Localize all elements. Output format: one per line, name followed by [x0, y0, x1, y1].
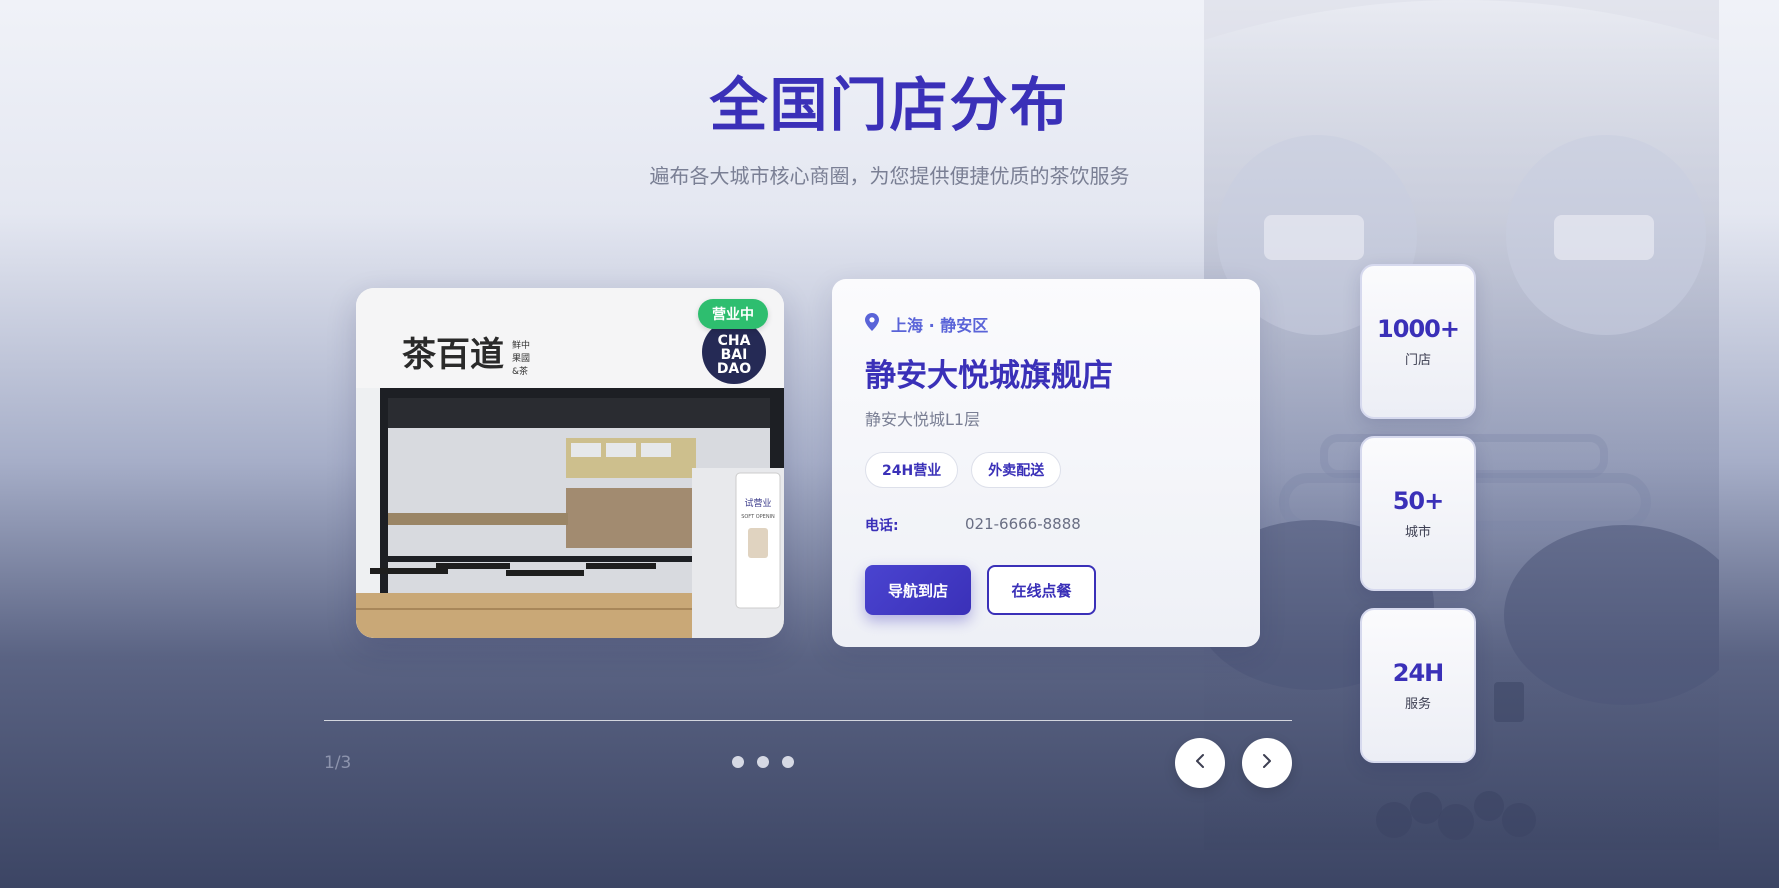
store-logo-text-3: DAO [717, 361, 751, 377]
carousel-dots [732, 756, 794, 768]
prev-button[interactable] [1175, 738, 1225, 788]
store-address: 静安大悦城L1层 [865, 410, 981, 429]
stat-label: 服务 [1404, 697, 1431, 712]
stat-label: 门店 [1404, 353, 1431, 368]
poster-text-1: 试营业 [744, 497, 771, 509]
store-sign-side-text-2: 果國 [512, 353, 530, 364]
phone-label: 电话: [865, 518, 899, 534]
location-text: 上海 · 静安区 [891, 316, 989, 335]
store-name: 静安大悦城旗舰店 [865, 358, 1113, 394]
page-indicator: 1/3 [324, 753, 352, 773]
stat-card-stores: 1000+ 门店 [1360, 264, 1476, 419]
page-title: 全国门店分布 [709, 71, 1070, 139]
page-subtitle: 遍布各大城市核心商圈，为您提供便捷优质的茶饮服务 [649, 164, 1130, 188]
store-photo: 茶百道 鲜中 果國 &茶 CHA BAI DAO 试营业 SOFT OPENIN [356, 288, 784, 638]
tag-delivery: 外卖配送 [971, 452, 1062, 488]
store-info-card: 上海 · 静安区 静安大悦城旗舰店 静安大悦城L1层 24H营业 外卖配送 电话… [832, 279, 1260, 647]
store-tags: 24H营业 外卖配送 [865, 452, 1062, 488]
carousel-dot-1[interactable] [732, 756, 744, 768]
carousel-divider [324, 720, 1292, 721]
stat-label: 城市 [1404, 525, 1431, 540]
store-sign-text: 茶百道 [402, 335, 504, 375]
store-location: 上海 · 静安区 [865, 312, 988, 336]
navigate-to-store-button[interactable]: 导航到店 [865, 565, 971, 615]
carousel-dot-3[interactable] [782, 756, 794, 768]
chevron-right-icon [1260, 753, 1274, 773]
store-sign-side-text-3: &茶 [512, 365, 528, 377]
open-status-badge: 营业中 [698, 299, 768, 329]
stat-value: 1000+ [1377, 315, 1460, 343]
chevron-left-icon [1193, 753, 1207, 773]
stat-value: 24H [1392, 659, 1444, 687]
poster-text-2: SOFT OPENIN [741, 514, 775, 520]
tag-24h: 24H营业 [865, 452, 959, 488]
order-online-button[interactable]: 在线点餐 [987, 565, 1096, 615]
carousel-dot-2[interactable] [757, 756, 769, 768]
stat-card-service: 24H 服务 [1360, 608, 1476, 763]
next-button[interactable] [1242, 738, 1292, 788]
phone-number[interactable]: 021-6666-8888 [965, 515, 1081, 533]
stat-card-cities: 50+ 城市 [1360, 436, 1476, 591]
location-pin-icon [865, 313, 879, 335]
stat-value: 50+ [1392, 487, 1445, 515]
store-sign-side-text-1: 鲜中 [512, 339, 530, 351]
